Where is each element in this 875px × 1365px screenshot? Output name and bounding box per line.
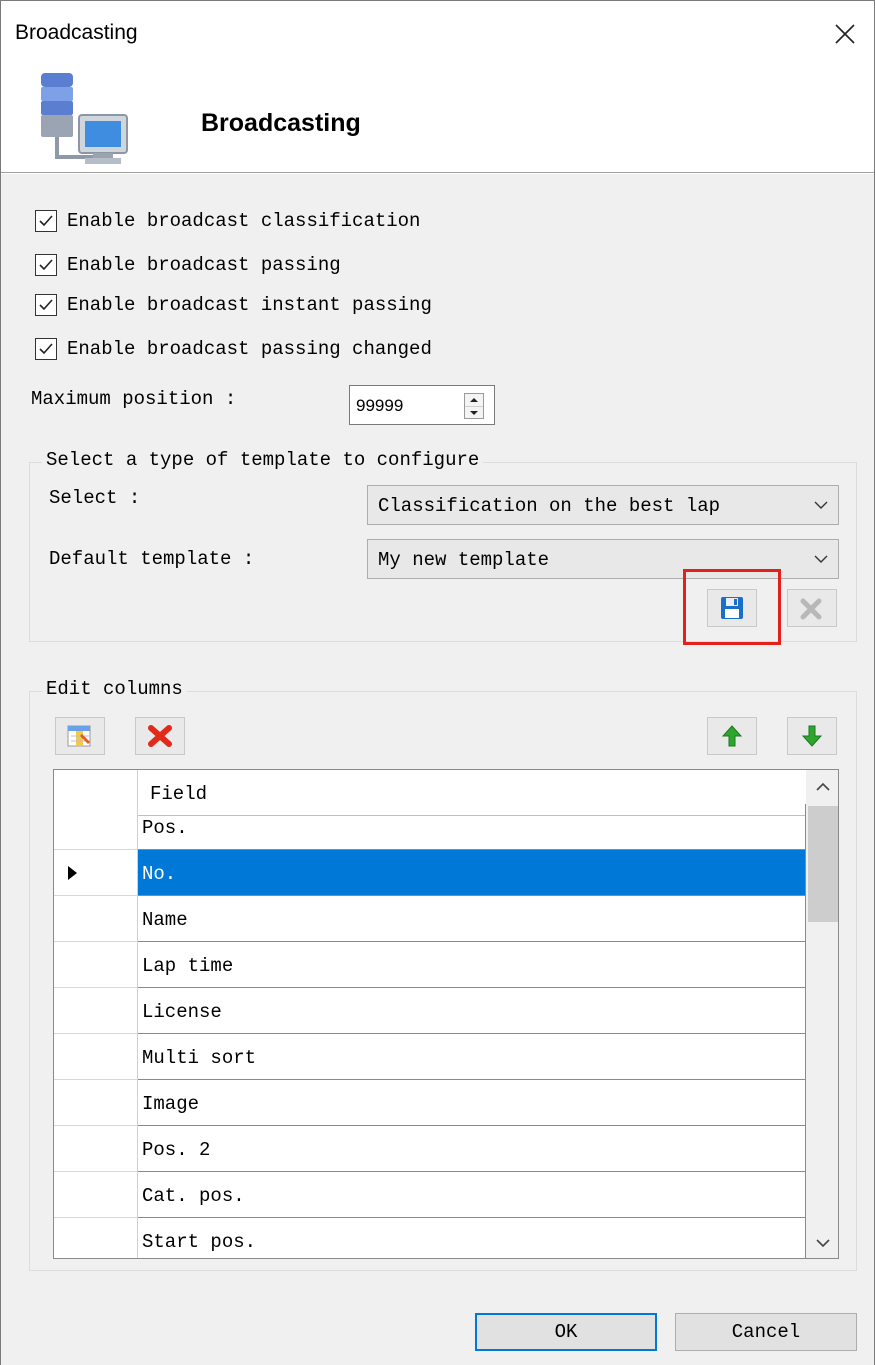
broadcasting-dialog: Broadcasting Broadcasting Enable broadca… xyxy=(0,0,875,1365)
arrow-up-icon xyxy=(721,725,743,747)
field-cell[interactable]: No. xyxy=(138,850,806,896)
field-cell[interactable]: Pos. xyxy=(138,804,806,850)
stepper-down-button[interactable] xyxy=(465,406,483,418)
checkbox-enable-classification[interactable]: Enable broadcast classification xyxy=(35,206,420,236)
table-row[interactable]: Pos. xyxy=(54,804,806,850)
checkbox-enable-passing[interactable]: Enable broadcast passing xyxy=(35,250,341,280)
ok-button[interactable]: OK xyxy=(475,1313,657,1351)
checkmark-icon xyxy=(39,259,53,271)
table-row[interactable]: Cat. pos. xyxy=(54,1172,806,1218)
row-header[interactable] xyxy=(54,804,138,850)
stepper-up-button[interactable] xyxy=(465,394,483,406)
add-column-button[interactable] xyxy=(55,717,105,755)
delete-template-button[interactable] xyxy=(787,589,837,627)
checkmark-icon xyxy=(39,299,53,311)
max-position-stepper[interactable]: 99999 xyxy=(349,385,495,425)
checkbox-box[interactable] xyxy=(35,338,57,360)
table-row[interactable]: Image xyxy=(54,1080,806,1126)
row-header[interactable] xyxy=(54,1172,138,1218)
row-header[interactable] xyxy=(54,942,138,988)
row-header[interactable] xyxy=(54,850,138,896)
delete-x-icon xyxy=(148,725,172,747)
table-row[interactable]: Lap time xyxy=(54,942,806,988)
table-row[interactable]: Start pos. xyxy=(54,1218,806,1258)
grid-add-icon xyxy=(67,725,91,747)
checkbox-label: Enable broadcast passing xyxy=(67,254,341,276)
field-cell[interactable]: Pos. 2 xyxy=(138,1126,806,1172)
field-cell[interactable]: Cat. pos. xyxy=(138,1172,806,1218)
field-cell[interactable]: Multi sort xyxy=(138,1034,806,1080)
checkbox-box[interactable] xyxy=(35,294,57,316)
default-template-value: My new template xyxy=(378,549,550,571)
triangle-down-icon xyxy=(470,410,478,415)
row-header[interactable] xyxy=(54,1126,138,1172)
scroll-up-button[interactable] xyxy=(806,770,838,804)
max-position-value[interactable]: 99999 xyxy=(356,396,403,416)
current-row-pointer-icon xyxy=(68,866,77,880)
chevron-down-icon xyxy=(816,1239,830,1248)
row-header[interactable] xyxy=(54,1080,138,1126)
cancel-button[interactable]: Cancel xyxy=(675,1313,857,1351)
remove-column-button[interactable] xyxy=(135,717,185,755)
database-computer-icon xyxy=(41,73,128,164)
row-header[interactable] xyxy=(54,1218,138,1258)
max-position-label: Maximum position : xyxy=(31,388,237,410)
header-title: Broadcasting xyxy=(201,109,361,137)
checkbox-label: Enable broadcast classification xyxy=(67,210,421,232)
chevron-down-icon xyxy=(814,501,828,509)
checkbox-enable-instant-passing[interactable]: Enable broadcast instant passing xyxy=(35,290,432,320)
vertical-scrollbar[interactable] xyxy=(806,770,838,1258)
checkbox-box[interactable] xyxy=(35,210,57,232)
select-template-type-value: Classification on the best lap xyxy=(378,495,721,517)
checkmark-icon xyxy=(39,215,53,227)
row-header[interactable] xyxy=(54,896,138,942)
select-template-type-dropdown[interactable]: Classification on the best lap xyxy=(367,485,839,525)
annotation-highlight-box xyxy=(683,569,781,645)
checkmark-icon xyxy=(39,343,53,355)
checkbox-enable-passing-changed[interactable]: Enable broadcast passing changed xyxy=(35,334,432,364)
dialog-header: Broadcasting xyxy=(1,65,874,173)
row-header[interactable] xyxy=(54,1034,138,1080)
select-label: Select : xyxy=(49,487,141,509)
window-title: Broadcasting xyxy=(15,21,138,44)
title-bar: Broadcasting xyxy=(1,1,874,65)
edit-columns-legend: Edit columns xyxy=(42,678,187,700)
table-row[interactable]: Pos. 2 xyxy=(54,1126,806,1172)
move-down-button[interactable] xyxy=(787,717,837,755)
row-header[interactable] xyxy=(54,988,138,1034)
template-group-legend: Select a type of template to configure xyxy=(42,449,484,471)
table-row[interactable]: Name xyxy=(54,896,806,942)
default-template-label: Default template : xyxy=(49,548,255,570)
table-row[interactable]: License xyxy=(54,988,806,1034)
chevron-up-icon xyxy=(816,782,830,791)
scrollbar-thumb[interactable] xyxy=(808,806,838,922)
scroll-down-button[interactable] xyxy=(806,1226,838,1258)
move-up-button[interactable] xyxy=(707,717,757,755)
arrow-down-icon xyxy=(801,725,823,747)
delete-x-icon xyxy=(800,598,822,620)
field-cell[interactable]: Start pos. xyxy=(138,1218,806,1258)
field-cell[interactable]: License xyxy=(138,988,806,1034)
table-row[interactable]: Multi sort xyxy=(54,1034,806,1080)
close-icon xyxy=(835,24,855,44)
checkbox-label: Enable broadcast passing changed xyxy=(67,338,432,360)
field-cell[interactable]: Name xyxy=(138,896,806,942)
columns-grid[interactable]: Field Pos. No. Name Lap time License Multi so… xyxy=(53,769,839,1259)
checkbox-box[interactable] xyxy=(35,254,57,276)
table-row[interactable]: No. xyxy=(54,850,806,896)
field-cell[interactable]: Image xyxy=(138,1080,806,1126)
chevron-down-icon xyxy=(814,555,828,563)
stepper-buttons xyxy=(464,393,484,419)
close-button[interactable] xyxy=(816,7,874,61)
checkbox-label: Enable broadcast instant passing xyxy=(67,294,432,316)
triangle-up-icon xyxy=(470,398,478,402)
field-cell[interactable]: Lap time xyxy=(138,942,806,988)
